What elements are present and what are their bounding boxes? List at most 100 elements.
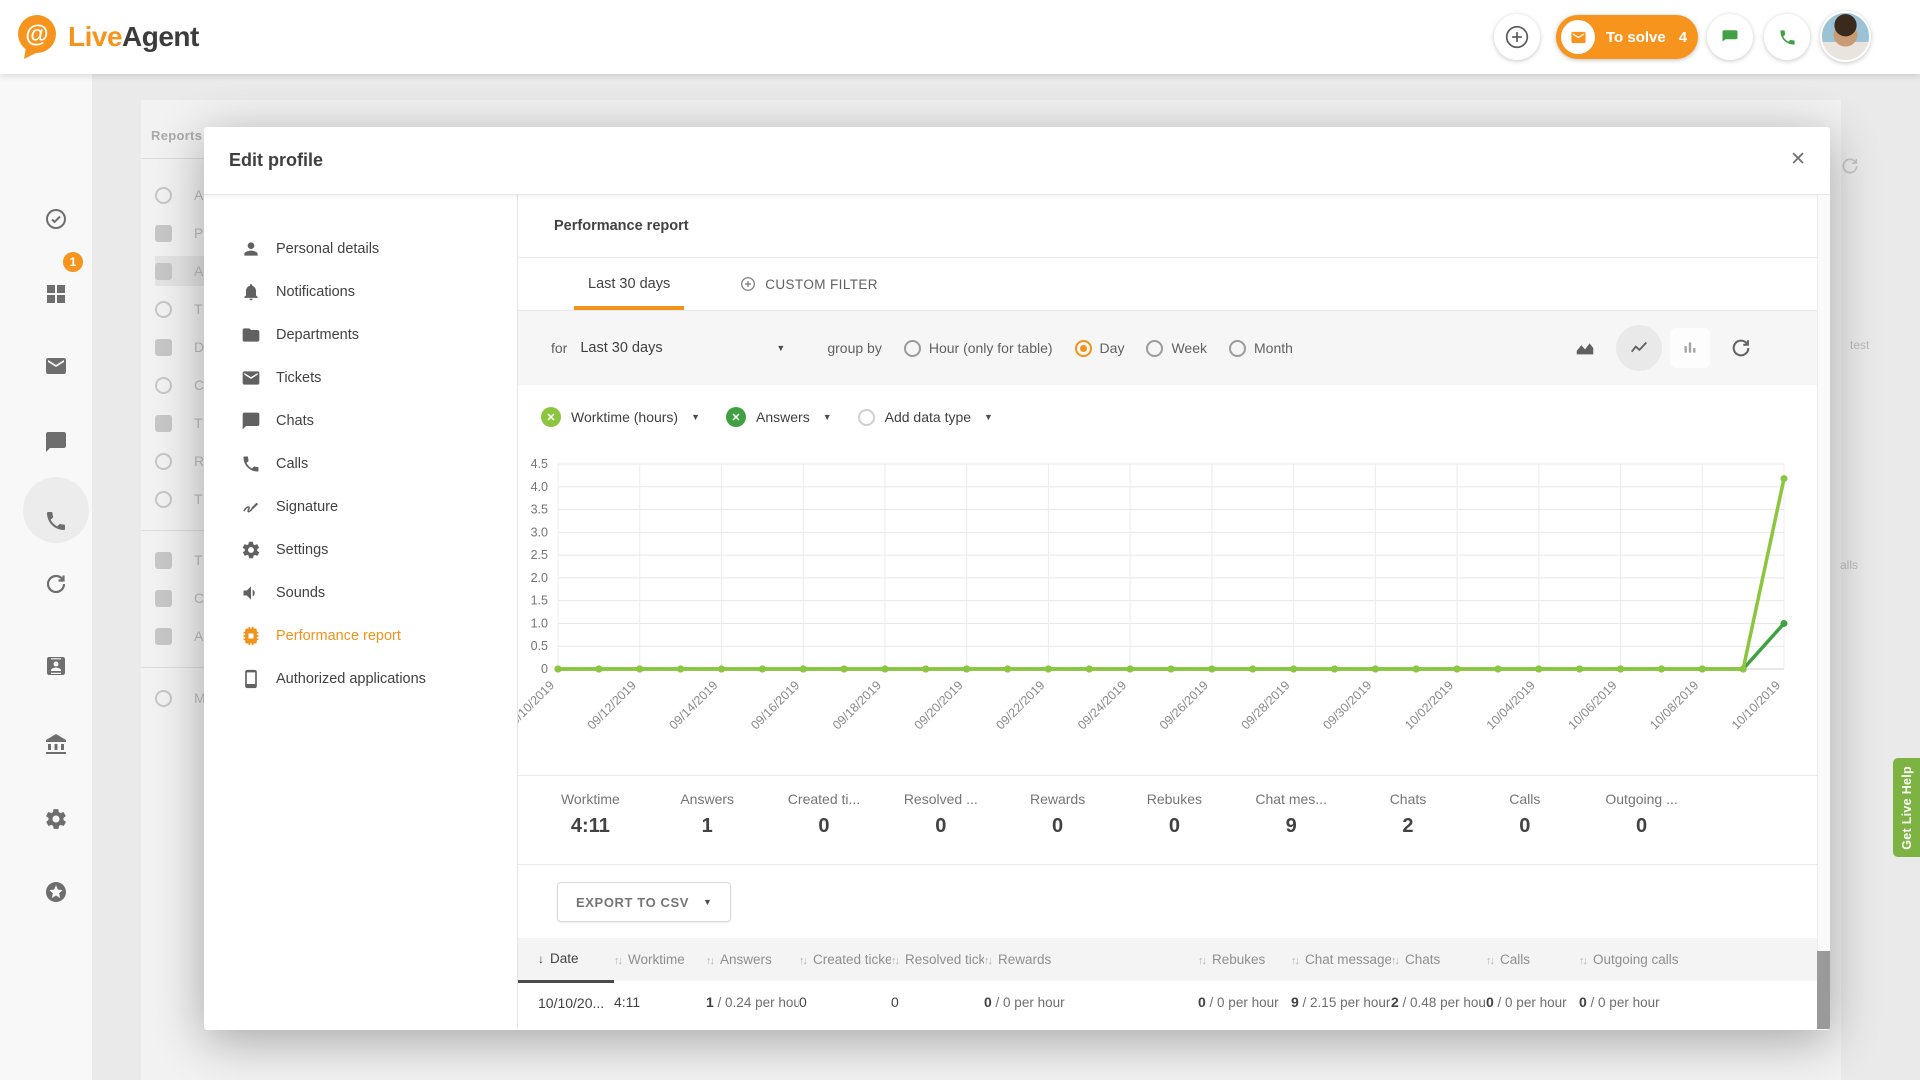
remove-series-icon[interactable]: ✕ — [726, 407, 746, 427]
refresh-chart-button[interactable] — [1718, 325, 1764, 371]
sidebar-item-chats[interactable] — [44, 430, 68, 454]
remove-series-icon[interactable]: ✕ — [541, 407, 561, 427]
column-chats[interactable]: ↑↓Chats — [1391, 938, 1486, 981]
radio-circle-selected — [1075, 340, 1092, 357]
table-row[interactable]: 10/10/20... 4:11 1 / 0.24 per hour 0 0 0… — [518, 981, 1818, 1023]
contact-card-icon — [44, 654, 68, 678]
modal-nav-notifications[interactable]: Notifications — [204, 270, 517, 313]
column-worktime[interactable]: ↑↓Worktime — [614, 938, 706, 981]
refresh-icon — [1730, 337, 1752, 359]
radio-week[interactable]: Week — [1146, 340, 1207, 357]
chats-status-button[interactable] — [1707, 14, 1753, 60]
modal-nav-signature[interactable]: Signature — [204, 485, 517, 528]
svg-text:10/06/2019: 10/06/2019 — [1566, 678, 1620, 732]
modal-nav-sounds[interactable]: Sounds — [204, 571, 517, 614]
svg-text:@: @ — [25, 21, 48, 48]
radio-month[interactable]: Month — [1229, 340, 1293, 357]
legend-answers[interactable]: ✕ Answers ▼ — [726, 407, 854, 427]
list-item: T — [155, 408, 203, 438]
modal-scrollbar[interactable] — [1817, 195, 1830, 1029]
liveagent-logo[interactable]: @ LiveAgent — [14, 13, 199, 61]
column-calls[interactable]: ↑↓Calls — [1486, 938, 1579, 981]
logo-bubble-icon: @ — [14, 13, 62, 61]
bar-chart-button[interactable] — [1670, 328, 1710, 368]
chat-bubble-icon — [155, 590, 172, 607]
chart-type-toolbar — [1554, 311, 1764, 385]
legend-worktime[interactable]: ✕ Worktime (hours) ▼ — [541, 407, 722, 427]
edit-profile-modal: Edit profile ✕ Personal details Notifica… — [204, 127, 1830, 1030]
svg-text:09/10/2019: 09/10/2019 — [518, 678, 557, 732]
close-icon[interactable]: ✕ — [1790, 148, 1806, 172]
person-icon — [241, 239, 261, 259]
list-item: R — [155, 446, 204, 476]
plus-circle-icon — [740, 276, 756, 292]
radio-hour[interactable]: Hour (only for table) — [904, 340, 1053, 357]
modal-nav-personal-details[interactable]: Personal details — [204, 227, 517, 270]
radio-circle — [1229, 340, 1246, 357]
svg-text:09/30/2019: 09/30/2019 — [1320, 678, 1374, 732]
line-chart-button[interactable] — [1616, 325, 1662, 371]
tag-icon — [155, 415, 172, 432]
chevron-down-icon: ▼ — [984, 412, 993, 422]
column-rebukes[interactable]: ↑↓Rebukes — [1198, 938, 1291, 981]
nav-label: Tickets — [276, 370, 321, 386]
list-item: C — [155, 583, 204, 613]
radio-day[interactable]: Day — [1075, 340, 1125, 357]
modal-nav-settings[interactable]: Settings — [204, 528, 517, 571]
cell-chats: 2 / 0.48 per hour — [1391, 981, 1486, 1023]
cell-worktime: 4:11 — [614, 981, 706, 1023]
column-chat-messages[interactable]: ↑↓Chat message — [1291, 938, 1391, 981]
sort-icon: ↑↓ — [891, 955, 898, 967]
add-data-type[interactable]: Add data type ▼ — [858, 409, 1015, 426]
scrollbar-thumb[interactable] — [1817, 951, 1830, 1029]
modal-nav-tickets[interactable]: Tickets — [204, 356, 517, 399]
date-range-select[interactable]: Last 30 days ▼ — [580, 340, 785, 356]
sidebar-item-favorites[interactable] — [44, 880, 68, 904]
sidebar-item-contacts[interactable] — [44, 654, 68, 678]
user-avatar[interactable] — [1820, 11, 1871, 62]
svg-text:09/26/2019: 09/26/2019 — [1157, 678, 1211, 732]
nav-label: Settings — [276, 542, 328, 558]
sort-icon: ↑↓ — [1391, 955, 1398, 967]
sidebar-item-reports-active[interactable] — [44, 498, 68, 522]
modal-nav-calls[interactable]: Calls — [204, 442, 517, 485]
envelope-icon — [44, 354, 68, 378]
get-live-help-tab[interactable]: Get Live Help — [1893, 758, 1920, 857]
gear-icon — [241, 540, 261, 560]
column-resolved-tickets[interactable]: ↑↓Resolved ticke — [891, 938, 984, 981]
speaker-icon — [241, 583, 261, 603]
area-chart-button[interactable] — [1562, 325, 1608, 371]
tab-last-30-days[interactable]: Last 30 days — [574, 258, 684, 310]
background-text-fragment: test — [1850, 338, 1869, 352]
cell-date: 10/10/20... — [518, 981, 614, 1023]
column-date[interactable]: ↓Date — [518, 938, 614, 981]
sidebar-item-dashboard[interactable] — [44, 282, 68, 306]
nav-label: Performance report — [276, 628, 401, 644]
modal-nav-performance-report[interactable]: Performance report — [204, 614, 517, 657]
chevron-down-icon: ▼ — [703, 897, 712, 907]
stat-outgoing-calls: Outgoing ...0 — [1583, 776, 1700, 864]
column-outgoing-calls[interactable]: ↑↓Outgoing calls — [1579, 938, 1818, 981]
chat-flag-icon — [1721, 28, 1739, 46]
to-solve-button[interactable]: To solve 4 — [1556, 15, 1698, 59]
export-to-csv-button[interactable]: EXPORT TO CSV ▼ — [557, 882, 731, 922]
sidebar-item-settings[interactable] — [44, 807, 68, 831]
column-rewards[interactable]: ↑↓Rewards — [984, 938, 1198, 981]
modal-nav-authorized-applications[interactable]: Authorized applications — [204, 657, 517, 700]
svg-text:2.5: 2.5 — [531, 548, 548, 562]
column-answers[interactable]: ↑↓Answers — [706, 938, 799, 981]
sidebar-item-customers[interactable] — [44, 732, 68, 756]
add-new-button[interactable] — [1494, 14, 1540, 60]
svg-text:09/28/2019: 09/28/2019 — [1239, 678, 1293, 732]
svg-text:0: 0 — [541, 662, 548, 676]
column-created-tickets[interactable]: ↑↓Created ticket — [799, 938, 891, 981]
calls-status-button[interactable] — [1764, 14, 1810, 60]
modal-nav-chats[interactable]: Chats — [204, 399, 517, 442]
export-row: EXPORT TO CSV ▼ — [518, 865, 1830, 938]
tab-custom-filter[interactable]: CUSTOM FILTER — [726, 258, 892, 310]
stat-created-tickets: Created ti...0 — [766, 776, 883, 864]
modal-nav-departments[interactable]: Departments — [204, 313, 517, 356]
chevron-down-icon: ▼ — [823, 412, 832, 422]
sidebar-item-tasks[interactable] — [44, 207, 68, 231]
sidebar-item-tickets[interactable] — [44, 354, 68, 378]
